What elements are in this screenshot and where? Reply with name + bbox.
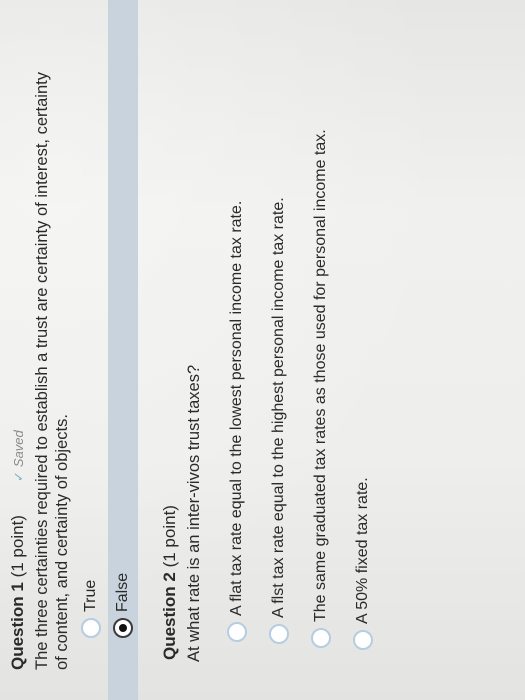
question-2-text: At what rate is an inter-vivos trust tax… xyxy=(185,364,203,662)
q2-option-2[interactable]: A flst tax rate equal to the highest per… xyxy=(264,197,294,644)
question-2-number: Question 2 xyxy=(160,572,179,660)
question-1-text: The three certainties required to establ… xyxy=(32,72,72,670)
question-2-points: (1 point) xyxy=(160,505,179,568)
question-1-text-line1: The three certainties required to establ… xyxy=(33,72,51,670)
question-2-header: Question 2 (1 point) xyxy=(160,505,180,660)
question-1-header: Question 1 (1 point) xyxy=(8,515,28,670)
q2-option-4-label: A 50% fixed tax rate. xyxy=(354,477,371,624)
check-icon: ✓ xyxy=(11,471,26,482)
q1-option-false-label: False xyxy=(114,572,131,612)
q2-option-3-label: The same graduated tax rates as those us… xyxy=(312,129,329,622)
q2-option-1-label: A flat tax rate equal to the lowest pers… xyxy=(228,200,245,616)
radio-button[interactable] xyxy=(353,630,373,650)
radio-button[interactable] xyxy=(227,622,247,642)
question-1-text-line2: of content, and certainty of objects. xyxy=(53,414,71,670)
quiz-screen: Question 1 (1 point) ✓ Saved The three ce… xyxy=(0,0,525,700)
radio-button-selected[interactable] xyxy=(113,618,133,638)
radio-button[interactable] xyxy=(311,628,331,648)
q1-option-false[interactable]: False xyxy=(108,0,138,700)
q1-option-true-label: True xyxy=(82,579,99,612)
q2-option-1[interactable]: A flat tax rate equal to the lowest pers… xyxy=(222,201,252,642)
q2-option-3[interactable]: The same graduated tax rates as those us… xyxy=(306,129,336,648)
q1-option-true[interactable]: True xyxy=(76,580,106,638)
question-1-points: (1 point) xyxy=(8,515,27,578)
q2-option-2-label: A flst tax rate equal to the highest per… xyxy=(270,197,287,618)
saved-status: ✓ Saved xyxy=(11,430,27,482)
q2-option-4[interactable]: A 50% fixed tax rate. xyxy=(348,477,378,650)
radio-button[interactable] xyxy=(269,624,289,644)
question-1-number: Question 1 xyxy=(8,582,27,670)
radio-button[interactable] xyxy=(81,618,101,638)
saved-label: Saved xyxy=(11,430,26,468)
